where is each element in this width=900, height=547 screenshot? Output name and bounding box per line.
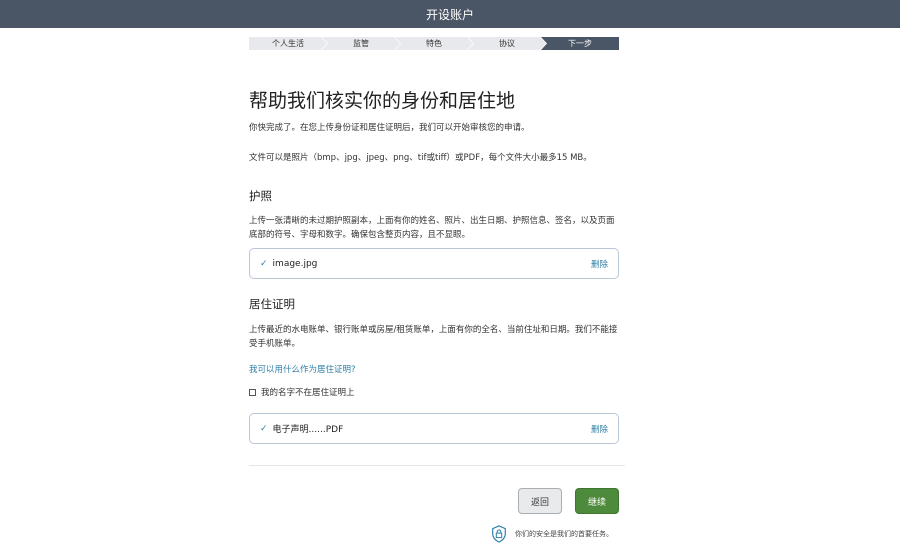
checkbox-label: 我的名字不在居住证明上 — [261, 388, 355, 398]
continue-button[interactable]: 继续 — [575, 488, 619, 514]
passport-file-name: image.jpg — [272, 258, 318, 269]
step-label: 特色 — [426, 39, 442, 48]
step-features[interactable]: 特色 — [395, 37, 473, 50]
residence-delete-link[interactable]: 删除 — [591, 423, 608, 435]
name-not-on-proof-checkbox[interactable] — [249, 388, 256, 396]
residence-description: 上传最近的水电账单、银行账单或房屋/租赁账单，上面有你的全名、当前住址和日期。我… — [249, 325, 618, 349]
step-next[interactable]: 下一步 — [541, 37, 619, 50]
passport-description: 上传一张清晰的未过期护照副本，上面有你的姓名、照片、出生日期、护照信息、签名，以… — [249, 216, 615, 240]
page-header-title: 开设账户 — [425, 7, 474, 22]
step-regulatory[interactable]: 监管 — [322, 37, 400, 50]
passport-upload-box: ✓ image.jpg 删除 — [249, 248, 619, 279]
security-text: 你们的安全是我们的首要任务。 — [515, 530, 613, 538]
passport-section-title: 护照 — [249, 189, 272, 203]
passport-delete-link[interactable]: 删除 — [591, 258, 608, 270]
shield-lock-icon — [492, 525, 506, 543]
step-agreement[interactable]: 协议 — [468, 37, 546, 50]
step-label: 个人生活 — [272, 39, 304, 48]
intro-text: 你快完成了。在您上传身份证和居住证明后，我们可以开始审核您的申请。 — [249, 123, 530, 133]
check-icon: ✓ — [260, 423, 268, 434]
residence-file-name: 电子声明......PDF — [272, 425, 344, 435]
progress-stepper: 个人生活 监管 特色 协议 下一步 — [249, 37, 619, 50]
residence-upload-box: ✓ 电子声明......PDF 删除 — [249, 413, 619, 444]
name-not-on-proof-row[interactable]: 我的名字不在居住证明上 — [249, 386, 355, 398]
file-requirements-text: 文件可以是照片（bmp、jpg、jpeg、png、tif或tiff）或PDF，每… — [249, 153, 592, 163]
step-label: 监管 — [353, 39, 369, 48]
step-personal[interactable]: 个人生活 — [249, 37, 327, 50]
footer-divider — [249, 465, 625, 466]
top-bar: 开设账户 — [0, 0, 900, 28]
residence-section-title: 居住证明 — [249, 297, 295, 311]
back-button[interactable]: 返回 — [518, 488, 562, 514]
step-label: 协议 — [499, 39, 515, 48]
step-label: 下一步 — [568, 39, 592, 48]
residence-help-link[interactable]: 我可以用什么作为居住证明? — [249, 363, 356, 375]
security-notice: 你们的安全是我们的首要任务。 — [490, 525, 613, 543]
check-icon: ✓ — [260, 258, 268, 269]
page-title: 帮助我们核实你的身份和居住地 — [249, 90, 516, 112]
